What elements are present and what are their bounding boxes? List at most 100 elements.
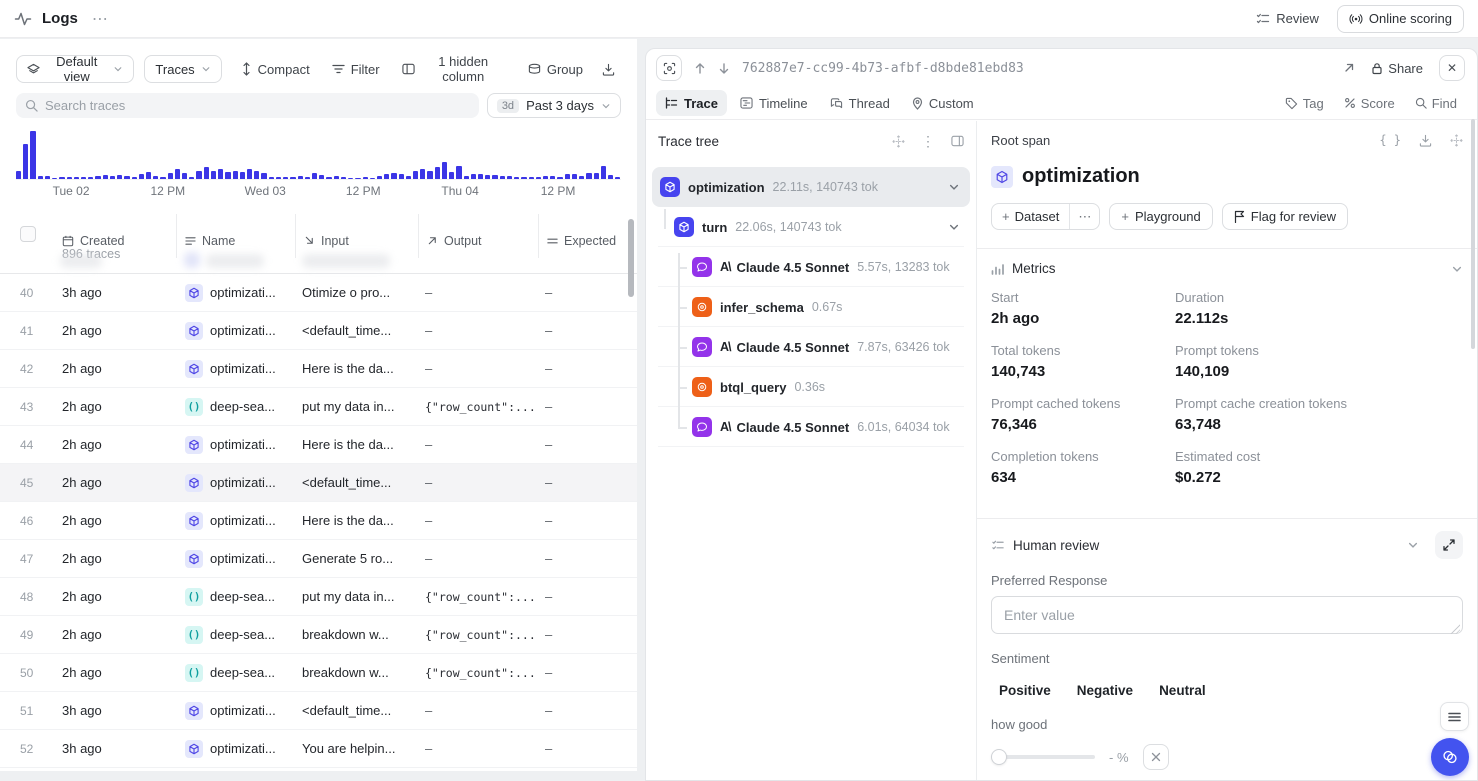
histogram-bar xyxy=(124,176,129,179)
tag-button[interactable]: Tag xyxy=(1277,96,1332,111)
add-to-dataset-button[interactable]: + Dataset xyxy=(992,204,1069,229)
histogram-bar xyxy=(399,174,404,179)
close-panel-button[interactable]: ✕ xyxy=(1439,55,1465,81)
trace-tree-row[interactable]: turn22.06s, 140743 tok xyxy=(652,207,970,247)
logs-pulse-icon xyxy=(14,10,32,28)
trace-tree-title: Trace tree xyxy=(658,134,876,149)
column-header-expected[interactable]: Expected xyxy=(538,214,637,258)
sentiment-option-positive[interactable]: Positive xyxy=(991,678,1059,703)
slider-thumb[interactable] xyxy=(991,749,1007,765)
trace-tree-row[interactable]: btql_query 0.36s xyxy=(652,367,970,407)
sentiment-option-neutral[interactable]: Neutral xyxy=(1151,678,1214,703)
search-input[interactable]: Search traces xyxy=(16,93,479,118)
tab-custom[interactable]: Custom xyxy=(903,90,983,116)
checklist-icon xyxy=(991,539,1005,552)
cell-expected: – xyxy=(538,285,637,300)
trace-tree-row[interactable]: A\Claude 4.5 Sonnet7.87s, 63426 tok xyxy=(652,327,970,367)
open-playground-button[interactable]: + Playground xyxy=(1109,203,1212,230)
histogram-bar xyxy=(146,172,151,179)
review-button[interactable]: Review xyxy=(1252,7,1323,30)
time-range-selector[interactable]: 3d Past 3 days xyxy=(487,93,621,118)
table-row[interactable]: 472h agooptimizati...Generate 5 ro...–– xyxy=(0,540,637,578)
column-header-output[interactable]: Output xyxy=(418,214,538,258)
move-icon[interactable] xyxy=(1450,134,1463,147)
histogram-bar xyxy=(391,173,396,179)
column-header-name[interactable]: Name xyxy=(176,214,295,258)
histogram-bar xyxy=(594,173,599,179)
trace-tree-row[interactable]: optimization22.11s, 140743 tok xyxy=(652,167,970,207)
table-row[interactable]: 422h agooptimizati...Here is the da...–– xyxy=(0,350,637,388)
select-all-checkbox[interactable] xyxy=(20,226,36,242)
timeline-icon xyxy=(740,97,753,109)
assistant-fab[interactable] xyxy=(1431,738,1469,776)
move-icon[interactable] xyxy=(892,135,905,148)
histogram-bar xyxy=(427,171,432,179)
left-scrollbar-thumb[interactable] xyxy=(628,219,634,297)
preferred-response-input[interactable] xyxy=(991,596,1463,634)
chevron-down-icon[interactable] xyxy=(948,181,960,193)
table-row[interactable]: 462h agooptimizati...Here is the da...–– xyxy=(0,502,637,540)
traces-selector[interactable]: Traces xyxy=(144,55,221,83)
hidden-columns-button[interactable]: 1 hidden column xyxy=(393,55,515,83)
human-review-title: Human review xyxy=(1013,538,1099,553)
trace-tree-row[interactable]: A\Claude 4.5 Sonnet5.57s, 13283 tok xyxy=(652,247,970,287)
score-button[interactable]: Score xyxy=(1336,96,1403,111)
online-scoring-button[interactable]: Online scoring xyxy=(1337,5,1464,33)
metric-value: 63,748 xyxy=(1175,416,1463,433)
table-row[interactable]: 502h ago()deep-sea...breakdown w...{"row… xyxy=(0,654,637,692)
span-label: btql_query xyxy=(720,380,786,395)
trace-tree-row[interactable]: A\Claude 4.5 Sonnet6.01s, 64034 tok xyxy=(652,407,970,447)
cube-icon xyxy=(185,284,203,302)
tab-timeline[interactable]: Timeline xyxy=(731,90,817,116)
dataset-more-button[interactable]: ⋯ xyxy=(1070,204,1099,229)
trace-tree-row[interactable]: infer_schema0.67s xyxy=(652,287,970,327)
table-row[interactable]: 523h agooptimizati...You are helpin...–– xyxy=(0,730,637,768)
filter-button[interactable]: Filter xyxy=(323,55,389,83)
score-slider[interactable] xyxy=(991,749,1095,765)
arrow-out-icon xyxy=(427,235,438,246)
table-row[interactable]: 492h ago()deep-sea...breakdown w...{"row… xyxy=(0,616,637,654)
row-number: 42 xyxy=(0,362,54,376)
share-button[interactable]: Share xyxy=(1367,57,1427,80)
table-row[interactable]: 513h agooptimizati...<default_time...–– xyxy=(0,692,637,730)
chevron-down-icon xyxy=(201,64,211,74)
open-external-button[interactable] xyxy=(1343,62,1355,74)
right-scrollbar-thumb[interactable] xyxy=(1471,119,1475,349)
expand-review-button[interactable] xyxy=(1435,531,1463,559)
trace-detail-panel: 762887e7-cc99-4b73-afbf-d8bde81ebd83 Sha… xyxy=(645,48,1478,781)
column-header-input[interactable]: Input xyxy=(295,214,418,258)
compact-toggle[interactable]: Compact xyxy=(232,55,319,83)
sentiment-option-negative[interactable]: Negative xyxy=(1069,678,1141,703)
collapse-review-chevron[interactable] xyxy=(1407,539,1419,551)
table-row[interactable]: 482h ago()deep-sea...put my data in...{"… xyxy=(0,578,637,616)
tab-trace[interactable]: Trace xyxy=(656,90,727,116)
group-button[interactable]: Group xyxy=(519,55,592,83)
find-button[interactable]: Find xyxy=(1407,96,1465,111)
table-row[interactable]: 412h agooptimizati...<default_time...–– xyxy=(0,312,637,350)
page-menu-button[interactable]: ⋯ xyxy=(88,7,113,31)
kebab-menu-icon[interactable]: ⋮ xyxy=(921,133,935,150)
tree-connector xyxy=(678,253,680,429)
previous-trace-button[interactable] xyxy=(694,62,706,75)
flag-for-review-button[interactable]: Flag for review xyxy=(1222,203,1348,230)
download-icon[interactable] xyxy=(1419,134,1432,147)
tab-thread[interactable]: Thread xyxy=(821,90,899,116)
panel-layout-icon[interactable] xyxy=(951,135,964,147)
cell-output: – xyxy=(418,361,538,376)
table-row[interactable]: 403h agooptimizati...Otimize o pro...–– xyxy=(0,274,637,312)
cell-input: Generate 5 ro... xyxy=(295,551,418,566)
export-button[interactable] xyxy=(596,55,621,83)
view-selector[interactable]: Default view xyxy=(16,55,134,83)
clear-score-button[interactable] xyxy=(1143,744,1169,770)
table-row[interactable]: 452h agooptimizati...<default_time...–– xyxy=(0,464,637,502)
span-metrics: 0.36s xyxy=(794,380,825,394)
next-trace-button[interactable] xyxy=(718,62,730,75)
chevron-down-icon[interactable] xyxy=(948,221,960,233)
collapse-metrics-chevron[interactable] xyxy=(1451,263,1463,275)
review-queue-button[interactable] xyxy=(1440,702,1469,731)
focus-span-button[interactable] xyxy=(656,55,682,81)
table-row[interactable]: 432h ago()deep-sea...put my data in...{"… xyxy=(0,388,637,426)
table-row[interactable]: 442h agooptimizati...Here is the da...–– xyxy=(0,426,637,464)
histogram-bar xyxy=(471,174,476,179)
json-view-icon[interactable]: { } xyxy=(1379,133,1401,147)
